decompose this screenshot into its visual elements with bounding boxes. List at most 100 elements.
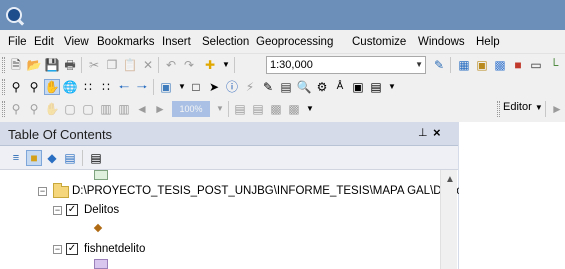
scroll-up-icon[interactable]: ▲ xyxy=(445,174,455,185)
hyperlink-icon[interactable]: ⚡ xyxy=(242,79,258,95)
layout-overflow-icon[interactable]: ▼ xyxy=(302,101,318,117)
layer-name-delitos[interactable]: Delitos xyxy=(84,204,119,216)
focus-data-frame-icon[interactable]: ▤ xyxy=(250,101,266,117)
model-builder-icon[interactable]: └ xyxy=(546,57,562,73)
menu-customize[interactable]: Customize xyxy=(352,36,406,49)
editor-toolbar-icon[interactable]: ✎ xyxy=(431,57,447,73)
menu-selection[interactable]: Selection xyxy=(202,36,249,49)
select-features-icon[interactable]: ▣ xyxy=(158,79,174,95)
map-view[interactable] xyxy=(459,122,565,269)
chevron-down-icon[interactable]: ▼ xyxy=(415,60,423,69)
list-by-source-icon[interactable]: ■ xyxy=(26,150,42,166)
toggle-draft-mode-icon[interactable]: ▤ xyxy=(232,101,248,117)
data-driven-pages-icon[interactable]: ▩ xyxy=(286,101,302,117)
layout-zoom-out-icon[interactable]: ⚲ xyxy=(26,101,42,117)
python-window-icon[interactable]: ▭ xyxy=(528,57,544,73)
arctoolbox-icon[interactable]: ■ xyxy=(510,57,526,73)
print-icon[interactable]: 🖶 xyxy=(62,57,78,73)
layout-forward-icon[interactable]: ► xyxy=(152,101,168,117)
paste-icon[interactable]: 📋 xyxy=(122,57,138,73)
menu-help[interactable]: Help xyxy=(476,36,500,49)
edit-tool-icon[interactable]: ► xyxy=(549,101,565,117)
menu-geoprocessing[interactable]: Geoprocessing xyxy=(256,36,333,49)
pin-icon[interactable]: ⊥ xyxy=(418,126,428,139)
layout-fixed-zoom-in-icon[interactable]: ▥ xyxy=(98,101,114,117)
add-data-icon[interactable]: ✚ xyxy=(202,57,218,73)
measure-icon[interactable]: ▤ xyxy=(278,79,294,95)
menu-edit[interactable]: Edit xyxy=(34,36,54,49)
clear-selection-icon[interactable]: □ xyxy=(188,79,204,95)
fixed-zoom-in-icon[interactable]: ∷ xyxy=(80,79,96,95)
add-data-dropdown-icon[interactable]: ▼ xyxy=(218,57,234,73)
toolbar-separator xyxy=(81,57,82,73)
select-elements-icon[interactable]: ➤ xyxy=(206,79,222,95)
new-document-icon[interactable]: 🗎 xyxy=(8,57,24,73)
identify-icon[interactable]: ⓘ xyxy=(224,79,240,95)
change-layout-icon[interactable]: ▩ xyxy=(268,101,284,117)
cut-icon[interactable]: ✂ xyxy=(86,57,102,73)
arcmap-logo-icon[interactable] xyxy=(6,7,22,23)
fixed-zoom-out-icon[interactable]: ∷ xyxy=(98,79,114,95)
toolbar-grip[interactable] xyxy=(2,101,5,117)
zoom-whole-page-icon[interactable]: ▢ xyxy=(62,101,78,117)
menu-windows[interactable]: Windows xyxy=(418,36,465,49)
time-slider-icon[interactable]: ▣ xyxy=(350,79,366,95)
full-extent-icon[interactable]: 🌐 xyxy=(62,79,78,95)
toolbar-grip[interactable] xyxy=(2,79,5,95)
find-icon[interactable]: 🔍 xyxy=(296,79,312,95)
zoom-100-icon[interactable]: ▢ xyxy=(80,101,96,117)
copy-icon[interactable]: ❐ xyxy=(104,57,120,73)
collapse-icon[interactable]: − xyxy=(53,245,62,254)
delete-icon[interactable]: ✕ xyxy=(140,57,156,73)
point-symbol[interactable] xyxy=(93,223,103,233)
map-scale-combobox[interactable]: 1:30,000 ▼ xyxy=(266,56,426,74)
layout-fixed-zoom-out-icon[interactable]: ▥ xyxy=(116,101,132,117)
collapse-icon[interactable]: − xyxy=(38,187,47,196)
toc-header: Table Of Contents ⊥ × xyxy=(0,122,458,146)
toc-options-icon[interactable]: ▤ xyxy=(88,150,104,166)
zoom-in-icon[interactable]: ⚲ xyxy=(8,79,24,95)
catalog-icon[interactable]: ▣ xyxy=(474,57,490,73)
data-source-path[interactable]: D:\PROYECTO_TESIS_POST_UNJBG\INFORME_TES… xyxy=(72,185,468,197)
layout-pan-icon[interactable]: ✋ xyxy=(44,101,60,117)
create-viewer-window-icon[interactable]: ▤ xyxy=(368,79,384,95)
close-icon[interactable]: × xyxy=(433,125,441,140)
list-by-drawing-order-icon[interactable]: ≡ xyxy=(8,150,24,166)
menu-bookmarks[interactable]: Bookmarks xyxy=(97,36,155,49)
back-icon[interactable]: 🠐 xyxy=(116,79,132,95)
tools-overflow-icon[interactable]: ▼ xyxy=(384,79,400,95)
layer-visibility-checkbox[interactable]: ✓ xyxy=(66,204,78,216)
menu-bar: File Edit View Bookmarks Insert Selectio… xyxy=(0,30,565,54)
zoom-percent-box[interactable]: 100% xyxy=(172,101,210,117)
go-to-xy-icon[interactable]: Å xyxy=(332,79,348,95)
layer-name-fishnetdelito[interactable]: fishnetdelito xyxy=(84,243,145,255)
zoom-percent-dropdown-icon[interactable]: ▼ xyxy=(212,101,228,117)
save-icon[interactable]: 💾 xyxy=(44,57,60,73)
undo-icon[interactable]: ↶ xyxy=(163,57,179,73)
menu-view[interactable]: View xyxy=(64,36,89,49)
list-by-visibility-icon[interactable]: ◆ xyxy=(44,150,60,166)
menu-file[interactable]: File xyxy=(8,36,27,49)
layout-back-icon[interactable]: ◄ xyxy=(134,101,150,117)
search-window-icon[interactable]: ▩ xyxy=(492,57,508,73)
list-by-selection-icon[interactable]: ▤ xyxy=(62,150,78,166)
toolbar-grip[interactable] xyxy=(2,57,5,73)
table-of-contents-icon[interactable]: ▦ xyxy=(456,57,472,73)
editor-menu-button[interactable]: Editor ▼ xyxy=(503,101,543,113)
toolbar-separator xyxy=(545,101,546,117)
redo-icon[interactable]: ↷ xyxy=(181,57,197,73)
collapse-icon[interactable]: − xyxy=(53,206,62,215)
polygon-symbol[interactable] xyxy=(94,259,108,269)
html-popup-icon[interactable]: ✎ xyxy=(260,79,276,95)
menu-insert[interactable]: Insert xyxy=(162,36,191,49)
layout-zoom-in-icon[interactable]: ⚲ xyxy=(8,101,24,117)
toolbar-separator xyxy=(234,57,235,73)
pan-icon[interactable]: ✋ xyxy=(44,79,60,95)
layer-visibility-checkbox[interactable]: ✓ xyxy=(66,243,78,255)
find-route-icon[interactable]: ⚙ xyxy=(314,79,330,95)
forward-icon[interactable]: 🠒 xyxy=(134,79,150,95)
vertical-scrollbar[interactable]: ▲ xyxy=(440,170,457,269)
editor-toolbar-grip[interactable] xyxy=(497,101,500,117)
open-folder-icon[interactable]: 📂 xyxy=(26,57,42,73)
zoom-out-icon[interactable]: ⚲ xyxy=(26,79,42,95)
